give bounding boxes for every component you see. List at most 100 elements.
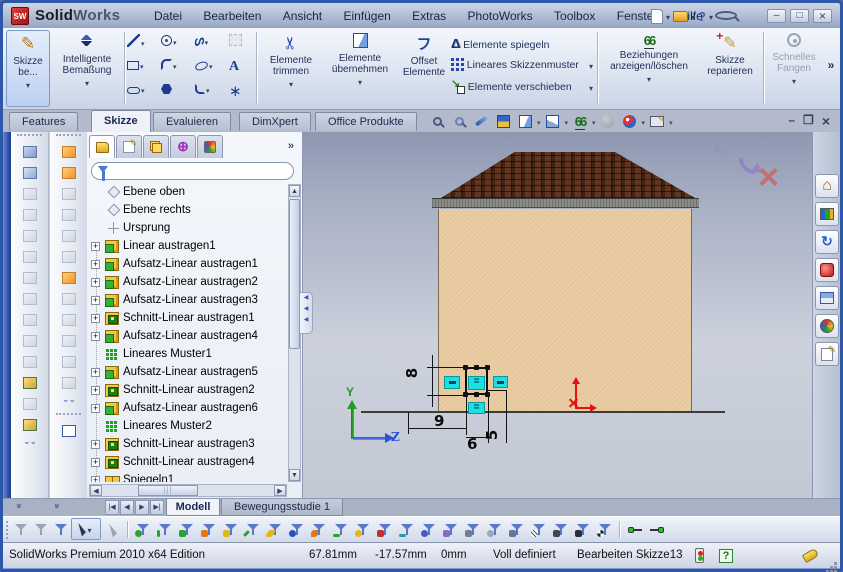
tree-item-label[interactable]: Ebene oben: [123, 186, 185, 198]
house-eave[interactable]: [432, 198, 699, 208]
side-toolbar-button[interactable]: [58, 205, 80, 225]
side-toolbar-button[interactable]: [58, 226, 80, 246]
tree-item[interactable]: Lineares Muster2: [89, 418, 287, 436]
hide-show-items-icon[interactable]: [570, 113, 590, 130]
filter-surface-bodies-icon[interactable]: [199, 520, 219, 539]
panel-overflow-icon[interactable]: »: [288, 140, 294, 152]
quick-tips-icon[interactable]: [719, 549, 733, 563]
filter-axes-icon[interactable]: [243, 520, 263, 539]
tree-item-label[interactable]: Spiegeln1: [123, 474, 174, 482]
arc-tool-button[interactable]: [161, 58, 183, 76]
point-tool-button[interactable]: [229, 82, 251, 100]
sketch-vertex[interactable]: [474, 365, 479, 370]
document-minimize-button[interactable]: [788, 113, 795, 129]
document-restore-button[interactable]: [803, 113, 814, 129]
filter-toggle-icon[interactable]: [11, 520, 31, 539]
menu-toolbox[interactable]: Toolbox: [545, 9, 604, 23]
select-all-filters-icon[interactable]: [51, 520, 71, 539]
tree-item-label[interactable]: Schnitt-Linear austragen3: [123, 438, 255, 450]
tree-expand-icon[interactable]: [91, 458, 100, 467]
side-toolbar-button[interactable]: [58, 268, 80, 288]
toolbar-more-icon[interactable]: ⌄⌄: [50, 394, 87, 405]
open-document-dropdown-icon[interactable]: [691, 7, 695, 25]
house-roof[interactable]: [441, 152, 695, 198]
equal-relation-badge[interactable]: [444, 376, 460, 389]
tab-features[interactable]: Features: [9, 112, 78, 131]
tree-item[interactable]: Lineares Muster1: [89, 346, 287, 364]
filter-vertices-icon[interactable]: [133, 520, 153, 539]
sketch-dropdown-icon[interactable]: [7, 80, 49, 91]
view-orientation-icon[interactable]: [515, 113, 535, 130]
toolbar-overflow-button[interactable]: »: [823, 30, 839, 107]
tree-item[interactable]: Schnitt-Linear austragen4: [89, 454, 287, 472]
scroll-up-icon[interactable]: ▲: [289, 185, 300, 197]
move-dropdown-icon[interactable]: [589, 83, 593, 94]
file-explorer-button[interactable]: [815, 230, 839, 254]
polygon-tool-button[interactable]: [161, 82, 183, 100]
zoom-fit-icon[interactable]: [427, 113, 447, 130]
exit-sketch-arrow-icon[interactable]: [739, 158, 755, 174]
filter-edges-icon[interactable]: [155, 520, 175, 539]
tree-expand-icon[interactable]: [91, 368, 100, 377]
side-toolbar-button[interactable]: [58, 247, 80, 267]
tab-office-produkte[interactable]: Office Produkte: [315, 112, 417, 131]
filter-datums-icon[interactable]: [507, 520, 527, 539]
scroll-down-icon[interactable]: ▼: [289, 469, 300, 481]
tree-item-label[interactable]: Schnitt-Linear austragen4: [123, 456, 255, 468]
tree-item[interactable]: Schnitt-Linear austragen2: [89, 382, 287, 400]
side-toolbar-button[interactable]: [19, 373, 41, 393]
displaymanager-tab[interactable]: [197, 135, 223, 158]
search-icon[interactable]: [715, 11, 737, 20]
window-maximize-button[interactable]: [790, 9, 809, 23]
solidworks-resources-button[interactable]: [815, 174, 839, 198]
tree-item[interactable]: Ursprung: [89, 220, 287, 238]
zoom-area-icon[interactable]: [449, 113, 469, 130]
smart-dimension-dropdown-icon[interactable]: [52, 78, 122, 89]
tree-item-label[interactable]: Linear austragen1: [123, 240, 216, 252]
tree-expand-icon[interactable]: [91, 260, 100, 269]
rebuild-status-icon[interactable]: [695, 548, 704, 563]
mirror-entities-button[interactable]: Elemente spiegeln: [451, 36, 593, 58]
filter-weld-symbols-icon[interactable]: [551, 520, 571, 539]
view-palette-button[interactable]: [815, 286, 839, 310]
side-toolbar-button[interactable]: [58, 289, 80, 309]
filter-centerline-icon[interactable]: [397, 520, 417, 539]
filter-dimensions-icon[interactable]: [419, 520, 439, 539]
side-toolbar-button[interactable]: [19, 352, 41, 372]
filter-sketches-icon[interactable]: [309, 520, 329, 539]
menu-photoworks[interactable]: PhotoWorks: [459, 9, 542, 23]
resize-grip[interactable]: [834, 562, 837, 565]
tree-expand-icon[interactable]: [91, 404, 100, 413]
side-toolbar-button[interactable]: [19, 142, 41, 162]
equal-relation-badge[interactable]: [468, 402, 485, 414]
tab-skizze[interactable]: Skizze: [91, 110, 151, 132]
last-tab-icon[interactable]: ▶|: [150, 500, 164, 515]
display-relations-button[interactable]: Beziehungenanzeigen/löschen: [601, 30, 697, 107]
dimension-5[interactable]: 5: [483, 430, 501, 440]
hide-show-dropdown-icon[interactable]: [592, 112, 596, 130]
tree-item-label[interactable]: Aufsatz-Linear austragen4: [123, 330, 258, 342]
apply-scene-icon[interactable]: [647, 113, 667, 130]
menu-extras[interactable]: Extras: [403, 9, 455, 23]
filter-connection-points-icon[interactable]: [625, 520, 645, 539]
side-toolbar-button[interactable]: [58, 142, 80, 162]
clear-all-filters-icon[interactable]: [31, 520, 51, 539]
tree-expand-icon[interactable]: [91, 314, 100, 323]
side-toolbar-button[interactable]: [58, 421, 80, 441]
tree-item[interactable]: Aufsatz-Linear austragen3: [89, 292, 287, 310]
filter-routing-points-icon[interactable]: [647, 520, 667, 539]
exit-sketch-icon[interactable]: [711, 139, 734, 168]
rectangle-tool-button[interactable]: [127, 58, 149, 76]
select-dropdown-icon[interactable]: [87, 520, 91, 538]
side-toolbar-button[interactable]: [19, 205, 41, 225]
tree-item-label[interactable]: Aufsatz-Linear austragen3: [123, 294, 258, 306]
toolbar-more-icon[interactable]: »: [15, 503, 25, 508]
trim-dropdown-icon[interactable]: [261, 79, 321, 90]
filter-solid-bodies-icon[interactable]: [221, 520, 241, 539]
convert-dropdown-icon[interactable]: [323, 77, 397, 88]
side-toolbar-button[interactable]: [19, 331, 41, 351]
tree-item-label[interactable]: Schnitt-Linear austragen1: [123, 312, 255, 324]
circle-tool-button[interactable]: [161, 34, 183, 52]
linear-pattern-dropdown-icon[interactable]: [589, 61, 593, 72]
display-style-icon[interactable]: [543, 113, 563, 130]
